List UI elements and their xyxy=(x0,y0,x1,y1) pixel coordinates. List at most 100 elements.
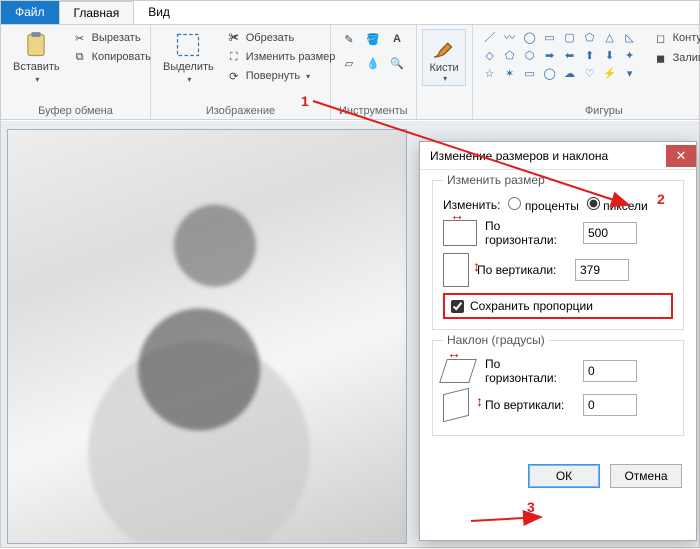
shape-arrow-u[interactable]: ⬆ xyxy=(581,47,599,63)
shape-callout-rr[interactable]: ▭ xyxy=(521,65,539,81)
shape-heart[interactable]: ♡ xyxy=(581,65,599,81)
tab-home[interactable]: Главная xyxy=(59,1,135,24)
group-shapes-title: Фигуры xyxy=(481,103,700,117)
group-brushes: Кисти▾ xyxy=(417,25,473,119)
shape-pentagon[interactable]: ⬠ xyxy=(501,47,519,63)
horizontal-label: По горизонтали: xyxy=(485,219,575,247)
brushes-button[interactable]: Кисти▾ xyxy=(422,29,466,86)
shape-oval[interactable]: ◯ xyxy=(521,29,539,45)
cancel-button[interactable]: Отмена xyxy=(610,464,682,488)
shape-rtriangle[interactable]: ◺ xyxy=(621,29,639,45)
keep-ratio-checkbox[interactable] xyxy=(451,300,464,313)
outline-button[interactable]: ◻Контур▾ xyxy=(651,29,700,47)
shape-triangle[interactable]: △ xyxy=(601,29,619,45)
shape-arrow-d[interactable]: ⬇ xyxy=(601,47,619,63)
skew-h-icon xyxy=(439,359,477,383)
fill-button[interactable]: ◼Заливка▾ xyxy=(651,49,700,67)
copy-icon: ⧉ xyxy=(72,49,88,65)
shape-diamond[interactable]: ◇ xyxy=(481,47,499,63)
shape-hexagon[interactable]: ⬡ xyxy=(521,47,539,63)
radio-percent[interactable]: проценты xyxy=(508,197,578,213)
ribbon: Вставить ▾ ✂ Вырезать ⧉ Копировать Буфер об… xyxy=(1,25,699,120)
copy-label: Копировать xyxy=(92,51,151,63)
shape-roundrect[interactable]: ▢ xyxy=(561,29,579,45)
copy-button[interactable]: ⧉ Копировать xyxy=(70,48,153,66)
select-label: Выделить xyxy=(163,61,214,73)
shapes-gallery[interactable]: ／ 〰 ◯ ▭ ▢ ⬠ △ ◺ ◇ ⬠ ⬡ ➡ ⬅ ⬆ ⬇ ✦ ☆ ✶ ▭ ◯ xyxy=(481,29,639,81)
crop-label: Обрезать xyxy=(246,32,295,44)
group-tools: ✎ 🪣 A ▱ 💧 🔍 Инструменты xyxy=(331,25,417,119)
group-brushes-title xyxy=(425,115,464,117)
shape-callout-cl[interactable]: ☁ xyxy=(561,65,579,81)
picker-tool[interactable]: 💧 xyxy=(363,53,383,73)
shape-arrow-l[interactable]: ⬅ xyxy=(561,47,579,63)
fill-icon: ◼ xyxy=(653,50,669,66)
keep-ratio-label: Сохранить пропорции xyxy=(470,299,593,313)
outline-label: Контур xyxy=(673,32,700,44)
resize-fieldset: Изменить размер Изменить: проценты пиксе… xyxy=(432,180,684,330)
group-clipboard: Вставить ▾ ✂ Вырезать ⧉ Копировать Буфер об… xyxy=(1,25,151,119)
shape-callout-ov[interactable]: ◯ xyxy=(541,65,559,81)
skew-h-input[interactable] xyxy=(583,360,637,382)
shape-star4[interactable]: ✦ xyxy=(621,47,639,63)
shape-more[interactable]: ▾ xyxy=(621,65,639,81)
scissors-icon: ✂ xyxy=(72,30,88,46)
close-button[interactable]: ✕ xyxy=(666,145,696,167)
resize-label: Изменить размер xyxy=(246,51,336,63)
crop-button[interactable]: ✀ Обрезать xyxy=(224,29,338,47)
brush-icon xyxy=(429,32,459,62)
select-icon xyxy=(174,31,202,59)
shape-bolt[interactable]: ⚡ xyxy=(601,65,619,81)
ok-button[interactable]: ОК xyxy=(528,464,600,488)
dialog-titlebar: Изменение размеров и наклона ✕ xyxy=(420,142,696,170)
skew-h-label: По горизонтали: xyxy=(485,357,575,385)
magnifier-tool[interactable]: 🔍 xyxy=(387,53,407,73)
text-tool[interactable]: A xyxy=(387,29,407,49)
chevron-down-icon: ▾ xyxy=(35,75,39,84)
group-clipboard-title: Буфер обмена xyxy=(9,103,142,117)
skew-v-icon xyxy=(443,388,469,422)
shape-polygon[interactable]: ⬠ xyxy=(581,29,599,45)
horizontal-input[interactable] xyxy=(583,222,637,244)
vertical-label: По вертикали: xyxy=(477,263,567,277)
group-image-title: Изображение xyxy=(159,103,322,117)
eraser-tool[interactable]: ▱ xyxy=(339,53,359,73)
resize-icon: ⛶ xyxy=(226,49,242,65)
radio-percent-label: проценты xyxy=(525,199,579,213)
canvas-image[interactable] xyxy=(7,129,407,544)
radio-pixels[interactable]: пиксели xyxy=(587,197,648,213)
shape-rect[interactable]: ▭ xyxy=(541,29,559,45)
shape-arrow-r[interactable]: ➡ xyxy=(541,47,559,63)
chevron-down-icon: ▾ xyxy=(306,72,310,81)
cut-label: Вырезать xyxy=(92,32,141,44)
fill-label: Заливка xyxy=(673,52,700,64)
paste-button[interactable]: Вставить ▾ xyxy=(9,29,64,86)
rotate-button[interactable]: ⟳Повернуть▾ xyxy=(224,67,338,85)
tab-view[interactable]: Вид xyxy=(134,1,184,24)
skew-v-label: По вертикали: xyxy=(485,398,575,412)
shape-star5[interactable]: ☆ xyxy=(481,65,499,81)
resize-button[interactable]: ⛶ Изменить размер xyxy=(224,48,338,66)
group-tools-title: Инструменты xyxy=(339,103,408,117)
horizontal-icon: ↔ xyxy=(443,220,477,246)
resize-legend: Изменить размер xyxy=(443,173,549,187)
skew-v-input[interactable] xyxy=(583,394,637,416)
shape-line[interactable]: ／ xyxy=(481,29,499,45)
bucket-tool[interactable]: 🪣 xyxy=(363,29,383,49)
paste-label: Вставить xyxy=(13,61,60,73)
outline-icon: ◻ xyxy=(653,30,669,46)
select-button[interactable]: Выделить ▾ xyxy=(159,29,218,86)
group-shapes: ／ 〰 ◯ ▭ ▢ ⬠ △ ◺ ◇ ⬠ ⬡ ➡ ⬅ ⬆ ⬇ ✦ ☆ ✶ ▭ ◯ xyxy=(473,25,700,119)
shape-star6[interactable]: ✶ xyxy=(501,65,519,81)
chevron-down-icon: ▾ xyxy=(187,75,191,84)
shape-curve[interactable]: 〰 xyxy=(501,29,519,45)
pencil-tool[interactable]: ✎ xyxy=(339,29,359,49)
tab-file[interactable]: Файл xyxy=(1,1,59,24)
vertical-input[interactable] xyxy=(575,259,629,281)
crop-icon: ✀ xyxy=(226,30,242,46)
rotate-icon: ⟳ xyxy=(226,68,242,84)
group-image: Выделить▾ ✀Обрезать ⛶Изменить размер ⟳По… xyxy=(151,25,331,119)
resize-dialog: Изменение размеров и наклона ✕ Изменить … xyxy=(419,141,697,541)
cut-button[interactable]: ✂ Вырезать xyxy=(70,29,153,47)
keep-ratio-highlight: Сохранить пропорции xyxy=(443,293,673,319)
